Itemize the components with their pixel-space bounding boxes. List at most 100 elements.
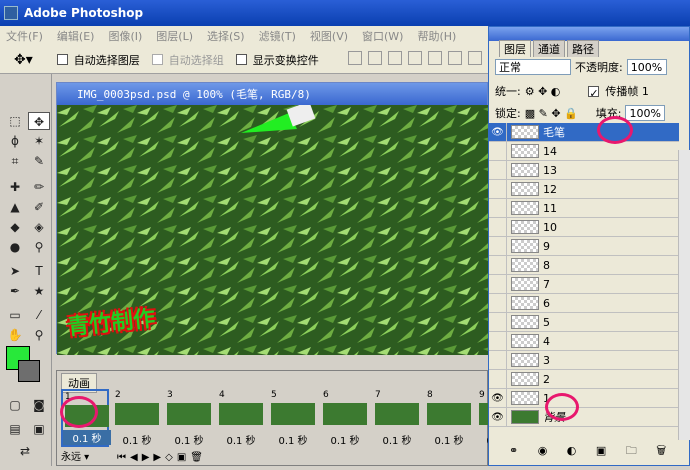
marquee-tool-icon[interactable]: ⬚ — [4, 112, 26, 130]
blend-mode-select[interactable]: 正常 — [495, 59, 571, 75]
layer-row[interactable]: 2 — [489, 369, 679, 389]
slice-tool-icon[interactable]: ✎ — [28, 152, 50, 170]
opacity-field[interactable]: 100% — [626, 59, 667, 75]
menu-select[interactable]: 选择(S) — [207, 28, 245, 44]
hand-tool-icon[interactable]: ✋ — [4, 326, 26, 344]
align-right-icon[interactable] — [447, 51, 462, 65]
menu-layer[interactable]: 图层(L) — [156, 28, 193, 44]
visibility-eye-icon[interactable] — [489, 369, 507, 389]
layer-row[interactable]: 13 — [489, 160, 679, 180]
visibility-eye-icon[interactable]: 👁 — [489, 388, 507, 408]
menu-view[interactable]: 视图(V) — [310, 28, 348, 44]
visibility-eye-icon[interactable] — [489, 331, 507, 351]
visibility-eye-icon[interactable]: 👁 — [489, 122, 507, 142]
unify-icons[interactable]: ⚙ ✥ ◐ — [525, 85, 561, 98]
fill-field[interactable]: 100% — [625, 105, 666, 121]
screen-mode-icon[interactable]: ▤ — [4, 420, 26, 438]
layer-row[interactable]: 10 — [489, 217, 679, 237]
align-left-icon[interactable] — [407, 51, 422, 65]
animation-frame[interactable]: 2 0.1 秒 — [113, 389, 161, 447]
animation-frame[interactable]: 5 0.1 秒 — [269, 389, 317, 447]
notes-tool-icon[interactable]: ▭ — [4, 306, 26, 324]
visibility-eye-icon[interactable] — [489, 198, 507, 218]
visibility-eye-icon[interactable] — [489, 236, 507, 256]
image-canvas[interactable]: 青竹制作 — [57, 105, 489, 355]
eyedropper-icon[interactable]: ⁄ — [28, 306, 50, 324]
show-transform-checkbox[interactable] — [235, 54, 247, 65]
first-frame-icon[interactable]: ⏮ — [117, 452, 130, 463]
visibility-eye-icon[interactable] — [489, 217, 507, 237]
lock-icons[interactable]: ▩ ✎ ✥ 🔒 — [525, 107, 578, 120]
distribute-icon[interactable] — [467, 51, 482, 65]
path-select-icon[interactable]: ➤ — [4, 262, 26, 280]
align-center-icon[interactable] — [427, 51, 442, 65]
visibility-eye-icon[interactable] — [489, 141, 507, 161]
menu-window[interactable]: 窗口(W) — [362, 28, 403, 44]
align-bottom-icon[interactable] — [387, 51, 402, 65]
prev-frame-icon[interactable]: ◀ — [130, 452, 142, 463]
visibility-eye-icon[interactable]: 👁 — [489, 407, 507, 427]
shape-tool-icon[interactable]: ★ — [28, 282, 50, 300]
standard-mode-icon[interactable]: ▢ — [4, 396, 26, 414]
frame-duration[interactable]: 0.1 秒 — [425, 432, 473, 447]
layer-row[interactable]: 9 — [489, 236, 679, 256]
tab-channels[interactable]: 通道 — [533, 40, 565, 57]
layers-scrollbar[interactable] — [678, 150, 690, 440]
propagate-checkbox[interactable]: ✓ — [588, 85, 600, 100]
tab-layers[interactable]: 图层 — [499, 40, 531, 57]
crop-tool-icon[interactable]: ⌗ — [4, 152, 26, 170]
quick-mask-icon[interactable]: ◙ — [28, 396, 50, 414]
menu-file[interactable]: 文件(F) — [6, 28, 43, 44]
background-color-swatch[interactable] — [18, 360, 40, 382]
visibility-eye-icon[interactable] — [489, 293, 507, 313]
blur-tool-icon[interactable]: ● — [4, 238, 26, 256]
history-brush-icon[interactable]: ✐ — [28, 198, 50, 216]
stamp-tool-icon[interactable]: ▲ — [4, 198, 26, 216]
layer-row[interactable]: 6 — [489, 293, 679, 313]
layer-row[interactable]: 8 — [489, 255, 679, 275]
layer-row[interactable]: 👁 背景 — [489, 407, 679, 427]
layer-row[interactable]: 12 — [489, 179, 679, 199]
auto-select-layer-checkbox[interactable] — [56, 54, 68, 65]
menu-filter[interactable]: 滤镜(T) — [259, 28, 296, 44]
zoom-tool-icon[interactable]: ⚲ — [28, 326, 50, 344]
frame-duration[interactable]: 0.1 秒 — [165, 432, 213, 447]
align-top-icon[interactable] — [347, 51, 362, 65]
animation-frame[interactable]: 8 0.1 秒 — [425, 389, 473, 447]
next-frame-icon[interactable]: ▶ — [153, 452, 165, 463]
full-screen-icon[interactable]: ▣ — [28, 420, 50, 438]
loop-select[interactable]: 永远 ▾ — [61, 448, 89, 463]
play-icon[interactable]: ▶ — [142, 452, 154, 463]
animation-frame[interactable]: 7 0.1 秒 — [373, 389, 421, 447]
visibility-eye-icon[interactable] — [489, 274, 507, 294]
frame-duration[interactable]: 0.1 秒 — [217, 432, 265, 447]
frame-duration[interactable]: 0.1 秒 — [269, 432, 317, 447]
type-tool-icon[interactable]: T — [28, 262, 50, 280]
pen-tool-icon[interactable]: ✒ — [4, 282, 26, 300]
animation-frame[interactable]: 4 0.1 秒 — [217, 389, 265, 447]
layer-row[interactable]: 👁 1 — [489, 388, 679, 408]
move-tool-icon[interactable]: ✥▾ — [14, 52, 33, 68]
layer-row[interactable]: 4 — [489, 331, 679, 351]
frame-duration[interactable]: 0.1 秒 — [113, 432, 161, 447]
align-middle-icon[interactable] — [367, 51, 382, 65]
frame-duration[interactable]: 0.1 秒 — [373, 432, 421, 447]
move-tool-icon[interactable]: ✥ — [28, 112, 50, 130]
menu-image[interactable]: 图像(I) — [108, 28, 142, 44]
visibility-eye-icon[interactable] — [489, 312, 507, 332]
visibility-eye-icon[interactable] — [489, 255, 507, 275]
lasso-tool-icon[interactable]: ϕ — [4, 132, 26, 150]
visibility-eye-icon[interactable] — [489, 160, 507, 180]
visibility-eye-icon[interactable] — [489, 179, 507, 199]
layer-row[interactable]: 5 — [489, 312, 679, 332]
animation-frame[interactable]: 6 0.1 秒 — [321, 389, 369, 447]
animation-frame[interactable]: 3 0.1 秒 — [165, 389, 213, 447]
paint-bucket-icon[interactable]: ◈ — [28, 218, 50, 236]
dodge-tool-icon[interactable]: ⚲ — [28, 238, 50, 256]
tab-paths[interactable]: 路径 — [567, 40, 599, 57]
frame-duration[interactable]: 0.1 秒 — [63, 430, 111, 445]
tween-icon[interactable]: ◇ — [165, 452, 177, 463]
imageready-icon[interactable]: ⇄ — [14, 442, 36, 460]
brush-tool-icon[interactable]: ✏ — [28, 178, 50, 196]
menu-help[interactable]: 帮助(H) — [417, 28, 456, 44]
